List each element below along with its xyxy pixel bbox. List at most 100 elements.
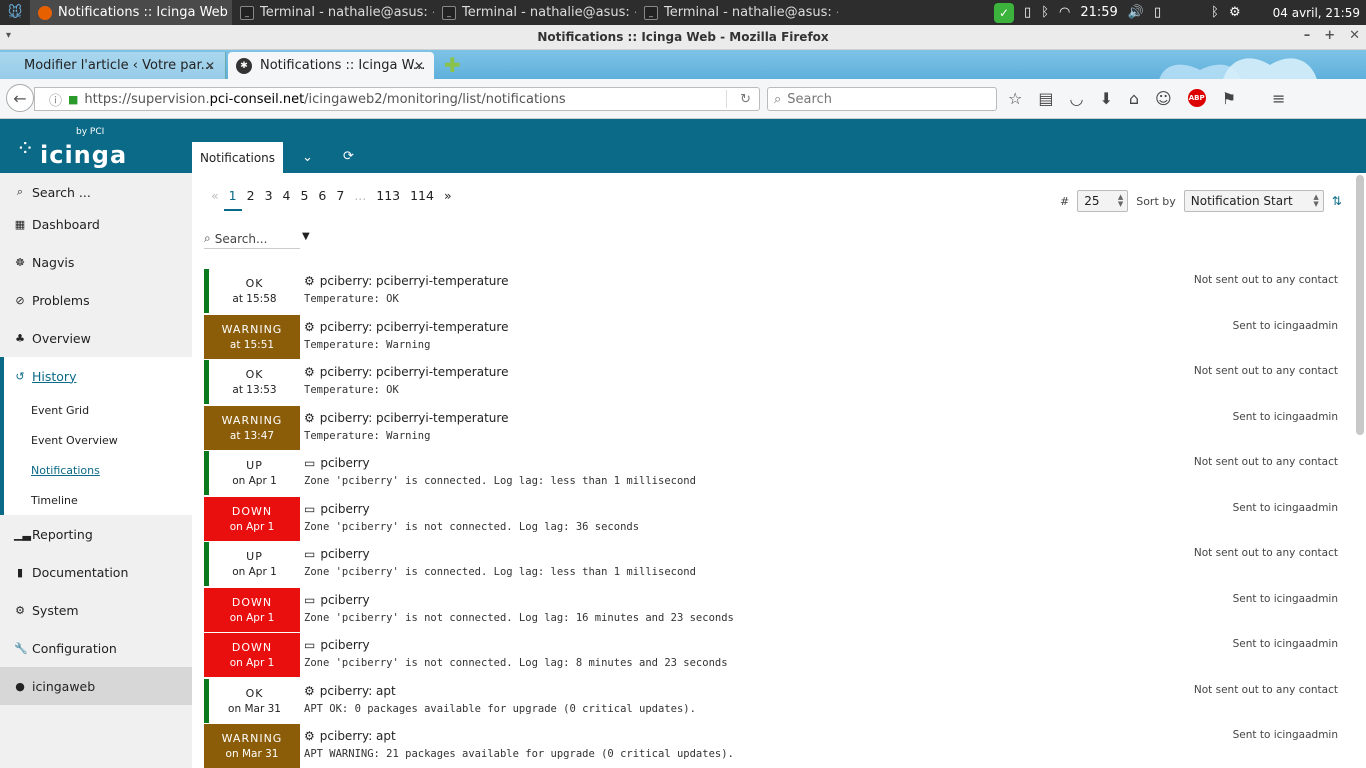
filter-search-input[interactable]: ⌕ Search... xyxy=(204,229,300,249)
service-gear-icon: ⚙ xyxy=(304,274,315,288)
bluetooth-icon[interactable]: ᛒ xyxy=(1041,5,1049,20)
refresh-icon[interactable]: ⟳ xyxy=(343,149,354,164)
notification-row[interactable]: UP on Apr 1 ▭ pciberry Zone 'pciberry' is co… xyxy=(204,542,1354,588)
battery-icon[interactable]: ▯ xyxy=(1024,5,1031,20)
extension-icon[interactable]: ⚑ xyxy=(1222,89,1236,108)
reload-icon[interactable]: ↻ xyxy=(740,92,751,107)
notification-object[interactable]: ▭ pciberry xyxy=(304,502,370,516)
home-icon[interactable]: ⌂ xyxy=(1129,89,1139,108)
notification-object[interactable]: ▭ pciberry xyxy=(304,547,370,561)
notification-object[interactable]: ⚙ pciberry: pciberryi-temperature xyxy=(304,365,508,379)
sort-direction-icon[interactable]: ⇅ xyxy=(1332,194,1342,208)
back-button[interactable]: ← xyxy=(6,84,34,112)
sidebar-item-nagvis[interactable]: ☸ Nagvis xyxy=(0,243,192,281)
pager-next[interactable]: » xyxy=(439,189,457,211)
scrollbar[interactable] xyxy=(1356,175,1364,435)
tray-datetime[interactable]: 04 avril, 21:59 xyxy=(1273,6,1360,20)
sidebar-subitem-timeline[interactable]: Timeline xyxy=(0,485,192,515)
pager-page[interactable]: 1 xyxy=(223,189,242,211)
window-titlebar: ▾ Notifications :: Icinga Web - Mozilla … xyxy=(0,25,1366,50)
info-icon[interactable]: ⓘ xyxy=(49,90,62,109)
browser-tab-icinga[interactable]: ✱ Notifications :: Icinga W... ✕ xyxy=(228,52,434,79)
tab-notifications[interactable]: Notifications xyxy=(192,142,283,173)
sort-select[interactable]: Notification Start ▲ ▼ xyxy=(1183,190,1324,212)
sidebar-item-problems[interactable]: ⊘ Problems xyxy=(0,281,192,319)
sidebar-subitem-event-overview[interactable]: Event Overview xyxy=(0,425,192,455)
notification-object[interactable]: ⚙ pciberry: pciberryi-temperature xyxy=(304,320,508,334)
download-icon[interactable]: ⬇ xyxy=(1099,89,1112,108)
taskbar-task-firefox[interactable]: Notifications :: Icinga Web ... xyxy=(30,0,232,25)
sidebar-item-system[interactable]: ⚙ System xyxy=(0,591,192,629)
notification-object[interactable]: ▭ pciberry xyxy=(304,593,370,607)
system-tray: ✓ ▯ ᛒ ◠ 21:59 🔊 ▯ ᛒ ⚙ 04 avril, 21:59 xyxy=(994,0,1366,25)
sidebar-item-overview[interactable]: ♣ Overview xyxy=(0,319,192,357)
close-icon[interactable]: ✕ xyxy=(414,59,424,73)
close-icon[interactable]: ✕ xyxy=(1349,28,1360,43)
pager-page[interactable]: 7 xyxy=(331,189,349,211)
notification-object[interactable]: ▭ pciberry xyxy=(304,638,370,652)
pager-page[interactable]: 4 xyxy=(278,189,296,211)
pager-page[interactable]: 114 xyxy=(405,189,439,211)
minimize-icon[interactable]: – xyxy=(1304,28,1311,43)
history-icon: ↺ xyxy=(15,369,25,383)
sidebar-item-configuration[interactable]: 🔧 Configuration xyxy=(0,629,192,667)
limit-select[interactable]: 25 ▲ ▼ xyxy=(1077,190,1129,212)
taskbar-task-terminal-2[interactable]: _ Terminal - nathalie@asus: ~ xyxy=(434,0,636,25)
wifi-icon[interactable]: ◠ xyxy=(1059,5,1070,20)
notification-row[interactable]: OK at 13:53 ⚙ pciberry: pciberryi-temperatu… xyxy=(204,360,1354,406)
url-bar[interactable]: ⓘ ■ https://supervision.pci-conseil.net/… xyxy=(34,87,760,111)
bookmark-star-icon[interactable]: ☆ xyxy=(1008,89,1022,108)
adblock-icon[interactable]: ABP xyxy=(1187,89,1206,107)
notification-object[interactable]: ⚙ pciberry: pciberryi-temperature xyxy=(304,411,508,425)
notification-object[interactable]: ▭ pciberry xyxy=(304,456,370,470)
plugin-output: Zone 'pciberry' is not connected. Log la… xyxy=(304,611,734,624)
battery-icon[interactable]: ▯ xyxy=(1154,5,1161,20)
chat-icon[interactable]: ☺ xyxy=(1155,89,1172,108)
hamburger-menu-icon[interactable]: ≡ xyxy=(1272,89,1285,108)
browser-search-input[interactable]: ⌕ Search xyxy=(767,87,997,111)
notification-object[interactable]: ⚙ pciberry: apt xyxy=(304,684,396,698)
sidebar-item-documentation[interactable]: ▮ Documentation xyxy=(0,553,192,591)
notification-object[interactable]: ⚙ pciberry: apt xyxy=(304,729,396,743)
pager-page[interactable]: 3 xyxy=(260,189,278,211)
window-menu-icon[interactable]: ▾ xyxy=(6,30,11,41)
settings-gear-icon[interactable]: ⚙ xyxy=(1229,5,1241,20)
pager-page[interactable]: 113 xyxy=(371,189,405,211)
sidebar-item-dashboard[interactable]: ▦ Dashboard xyxy=(0,205,192,243)
notification-row[interactable]: DOWN on Apr 1 ▭ pciberry Zone 'pciberry' is … xyxy=(204,496,1354,543)
notification-row[interactable]: WARNING at 15:51 ⚙ pciberry: pciberryi-temp… xyxy=(204,314,1354,361)
close-icon[interactable]: ✕ xyxy=(205,59,215,73)
bluetooth-icon[interactable]: ᛒ xyxy=(1211,5,1219,20)
search-icon: ⌕ xyxy=(16,185,24,198)
notification-row[interactable]: OK at 15:58 ⚙ pciberry: pciberryi-temperatu… xyxy=(204,269,1354,315)
pager-page[interactable]: 5 xyxy=(295,189,313,211)
notification-object[interactable]: ⚙ pciberry: pciberryi-temperature xyxy=(304,274,508,288)
os-menu-icon[interactable]: 🐭 xyxy=(0,0,30,25)
notification-row[interactable]: WARNING on Mar 31 ⚙ pciberry: apt APT WARNIN… xyxy=(204,724,1354,768)
pager-page[interactable]: 6 xyxy=(313,189,331,211)
notification-row[interactable]: WARNING at 13:47 ⚙ pciberry: pciberryi-temp… xyxy=(204,405,1354,452)
sidebar-subitem-event-grid[interactable]: Event Grid xyxy=(0,395,192,425)
tray-clock[interactable]: 21:59 xyxy=(1080,5,1117,20)
sidebar-item-history[interactable]: ↺ History xyxy=(0,357,192,395)
contact-status: Not sent out to any contact xyxy=(1193,547,1338,559)
sidebar-subitem-notifications[interactable]: Notifications xyxy=(0,455,192,485)
browser-tab-wordpress[interactable]: Modifier l'article ‹ Votre par... ✕ xyxy=(0,52,226,79)
pager-page[interactable]: 2 xyxy=(242,189,260,211)
new-tab-plus-icon[interactable]: ✚ xyxy=(444,55,462,75)
taskbar-task-terminal-3[interactable]: _ Terminal - nathalie@asus: ~ xyxy=(636,0,838,25)
filter-funnel-icon[interactable]: ▼ xyxy=(302,231,310,242)
chevron-down-icon[interactable]: ⌄ xyxy=(302,150,313,165)
notification-row[interactable]: UP on Apr 1 ▭ pciberry Zone 'pciberry' is co… xyxy=(204,451,1354,497)
volume-icon[interactable]: 🔊 xyxy=(1128,5,1144,20)
reading-list-icon[interactable]: ▤ xyxy=(1038,89,1053,108)
notification-row[interactable]: DOWN on Apr 1 ▭ pciberry Zone 'pciberry' is … xyxy=(204,633,1354,679)
notification-row[interactable]: OK on Mar 31 ⚙ pciberry: apt APT OK: 0 packa… xyxy=(204,678,1354,725)
notification-row[interactable]: DOWN on Apr 1 ▭ pciberry Zone 'pciberry' is … xyxy=(204,587,1354,634)
sidebar-item-user[interactable]: ● icingaweb xyxy=(0,667,192,705)
taskbar-task-terminal-1[interactable]: _ Terminal - nathalie@asus: ~ xyxy=(232,0,434,25)
sidebar-item-reporting[interactable]: ▁▃ Reporting xyxy=(0,515,192,553)
maximize-icon[interactable]: + xyxy=(1324,28,1335,43)
pocket-icon[interactable]: ◡ xyxy=(1069,89,1083,108)
shield-check-icon[interactable]: ✓ xyxy=(994,2,1015,23)
